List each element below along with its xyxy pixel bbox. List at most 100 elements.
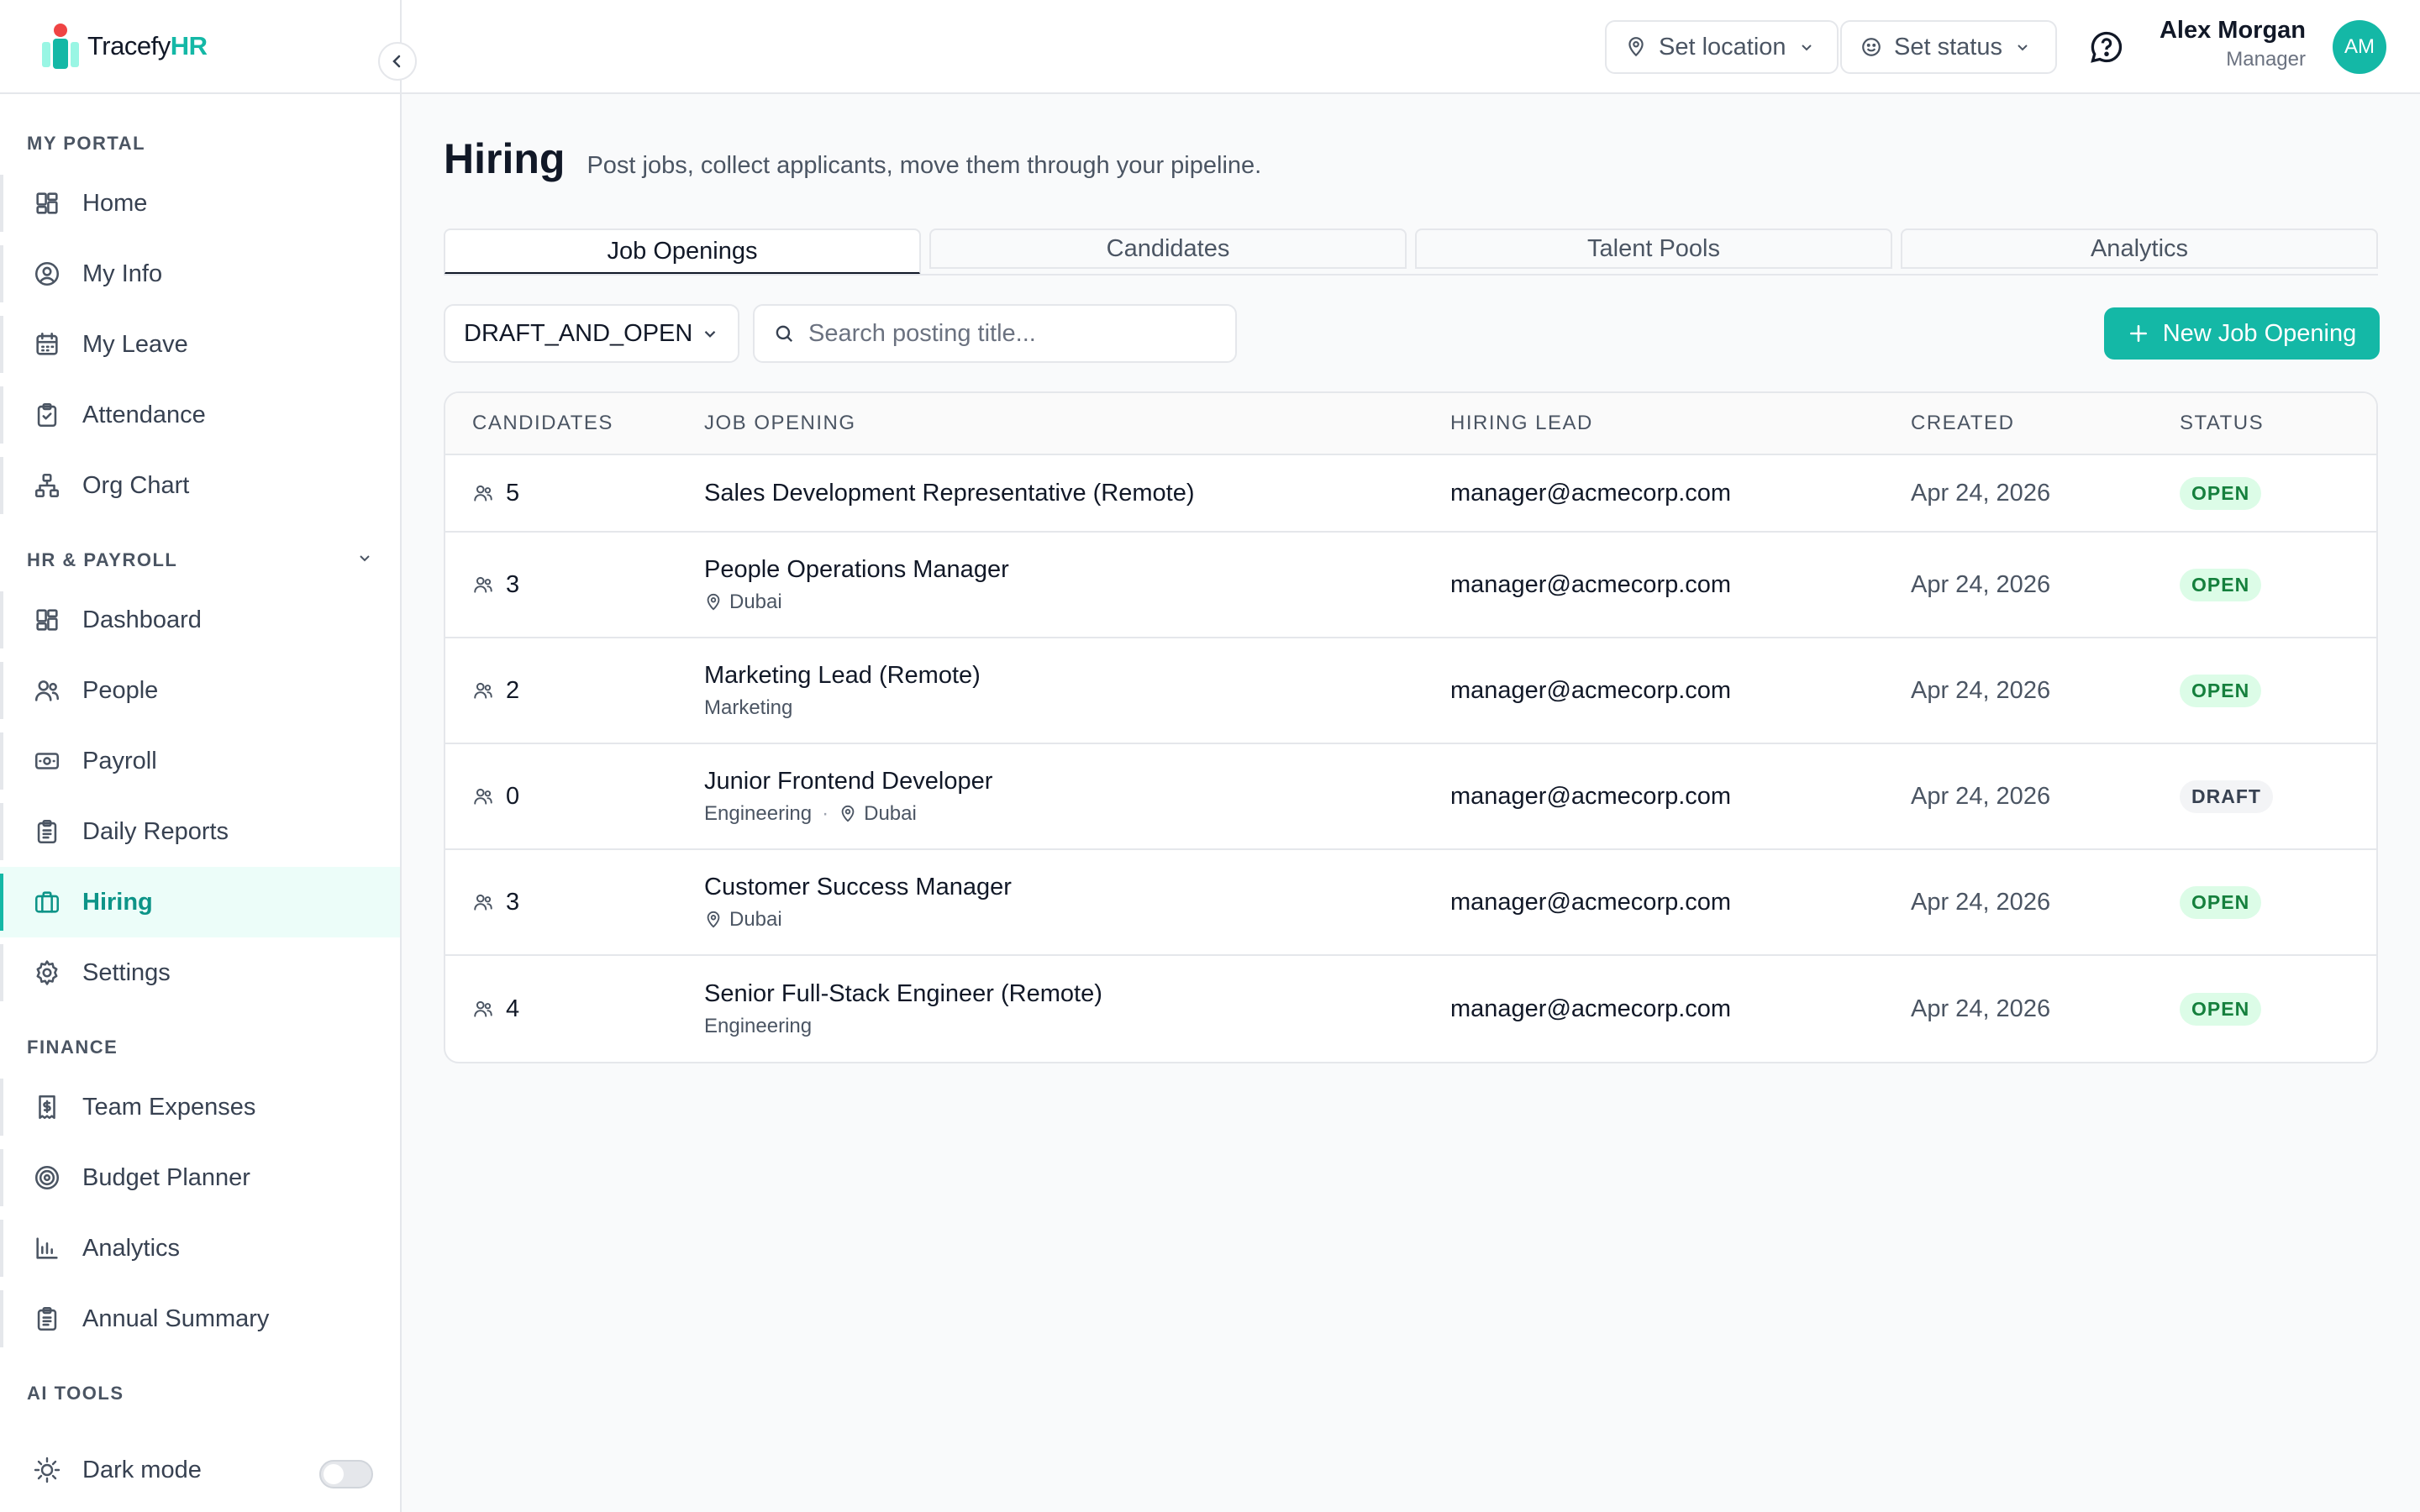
table-body: 5 Sales Development Representative (Remot… bbox=[445, 455, 2376, 1062]
tab-job-openings[interactable]: Job Openings bbox=[444, 228, 921, 276]
sidebar-item-attendance[interactable]: Attendance bbox=[0, 380, 400, 450]
job-meta: Marketing bbox=[704, 696, 1450, 720]
sidebar-item-settings[interactable]: Settings bbox=[0, 937, 400, 1008]
sidebar: TracefyHR MY PORTAL Home My Info My Leave At… bbox=[0, 0, 417, 1512]
search-box[interactable] bbox=[753, 304, 1237, 363]
sidebar-item-annual-summary[interactable]: Annual Summary bbox=[0, 1284, 400, 1354]
status-badge: OPEN bbox=[2180, 568, 2262, 601]
created-date: Apr 24, 2026 bbox=[1911, 570, 2051, 598]
chevron-down-icon bbox=[704, 331, 716, 338]
job-department: Engineering bbox=[704, 801, 813, 825]
table-row[interactable]: 3 Customer Success Manager Dubai manager@ac… bbox=[445, 850, 2376, 956]
candidate-count: 3 bbox=[506, 570, 520, 598]
nav-section-header[interactable]: HR & PAYROLL bbox=[0, 536, 400, 585]
status-badge: OPEN bbox=[2180, 885, 2262, 919]
chevron-down-icon bbox=[2018, 45, 2028, 51]
org-chart-icon bbox=[32, 470, 62, 501]
sidebar-item-hiring[interactable]: Hiring bbox=[0, 867, 400, 937]
user-block[interactable]: Alex Morgan Manager bbox=[2160, 17, 2306, 71]
job-title[interactable]: Sales Development Representative (Remote… bbox=[704, 480, 1450, 507]
calendar-icon bbox=[32, 329, 62, 360]
meta-separator: · bbox=[822, 801, 829, 825]
chevron-down-icon bbox=[356, 549, 373, 571]
column-header-candidates[interactable]: CANDIDATES bbox=[445, 412, 704, 435]
sidebar-item-analytics[interactable]: Analytics bbox=[0, 1213, 400, 1284]
search-icon bbox=[776, 325, 793, 343]
plus-icon bbox=[2129, 325, 2147, 342]
job-meta: Engineering · Dubai bbox=[704, 802, 1450, 826]
job-openings-table: CANDIDATES JOB OPENING HIRING LEAD CREAT… bbox=[444, 391, 2378, 1063]
gear-icon bbox=[32, 958, 62, 988]
sidebar-item-my-leave[interactable]: My Leave bbox=[0, 309, 400, 380]
sidebar-item-people[interactable]: People bbox=[0, 655, 400, 726]
job-title[interactable]: Customer Success Manager bbox=[704, 874, 1450, 901]
tab-analytics[interactable]: Analytics bbox=[1901, 228, 2378, 269]
table-row[interactable]: 4 Senior Full-Stack Engineer (Remote) Engi… bbox=[445, 956, 2376, 1062]
status-badge: DRAFT bbox=[2180, 780, 2273, 813]
set-location-button[interactable]: Set location bbox=[1605, 20, 1839, 74]
sidebar-item-org-chart[interactable]: Org Chart bbox=[0, 450, 400, 521]
sidebar-item-label: Daily Reports bbox=[82, 817, 229, 845]
users-icon bbox=[472, 482, 494, 504]
map-pin-icon bbox=[704, 593, 729, 612]
search-input[interactable] bbox=[808, 319, 1212, 348]
avatar[interactable]: AM bbox=[2333, 20, 2386, 74]
table-row[interactable]: 5 Sales Development Representative (Remot… bbox=[445, 455, 2376, 533]
job-title[interactable]: People Operations Manager bbox=[704, 556, 1450, 584]
sidebar-nav: MY PORTAL Home My Info My Leave Attendance Or… bbox=[0, 94, 400, 1418]
created-date: Apr 24, 2026 bbox=[1911, 676, 2051, 704]
job-title[interactable]: Senior Full-Stack Engineer (Remote) bbox=[704, 980, 1450, 1008]
user-role: Manager bbox=[2226, 48, 2306, 71]
tab-talent-pools[interactable]: Talent Pools bbox=[1415, 228, 1892, 269]
created-date: Apr 24, 2026 bbox=[1911, 888, 2051, 916]
collapse-sidebar-button[interactable] bbox=[378, 42, 417, 81]
column-header-job-opening[interactable]: JOB OPENING bbox=[704, 412, 1450, 435]
clipboard-list-icon bbox=[32, 816, 62, 847]
job-opening-cell: People Operations Manager Dubai bbox=[704, 556, 1450, 614]
table-row[interactable]: 0 Junior Frontend Developer Engineering · Du… bbox=[445, 744, 2376, 850]
dark-mode-toggle[interactable] bbox=[319, 1460, 373, 1488]
candidate-count: 2 bbox=[506, 676, 520, 704]
sidebar-item-label: Annual Summary bbox=[82, 1305, 270, 1332]
job-title[interactable]: Junior Frontend Developer bbox=[704, 768, 1450, 795]
set-status-button[interactable]: Set status bbox=[1840, 20, 2057, 74]
candidates-cell: 4 bbox=[445, 995, 704, 1023]
dark-mode-label: Dark mode bbox=[82, 1456, 202, 1483]
users-icon bbox=[472, 680, 494, 701]
sidebar-item-my-info[interactable]: My Info bbox=[0, 239, 400, 309]
created-date: Apr 24, 2026 bbox=[1911, 995, 2051, 1022]
set-status-label: Set status bbox=[1894, 33, 2002, 60]
table-row[interactable]: 2 Marketing Lead (Remote) Marketing manager… bbox=[445, 638, 2376, 744]
tab-bar: Job Openings Candidates Talent Pools Analyt… bbox=[444, 228, 2378, 276]
sidebar-item-daily-reports[interactable]: Daily Reports bbox=[0, 796, 400, 867]
column-header-status[interactable]: STATUS bbox=[2180, 412, 2376, 435]
table-row[interactable]: 3 People Operations Manager Dubai manager@a… bbox=[445, 533, 2376, 638]
hiring-lead: manager@acmecorp.com bbox=[1450, 479, 1732, 507]
chevron-left-icon bbox=[392, 55, 401, 68]
sidebar-item-team-expenses[interactable]: Team Expenses bbox=[0, 1072, 400, 1142]
page-subtitle: Post jobs, collect applicants, move them… bbox=[587, 152, 1262, 179]
job-department: Engineering bbox=[704, 1014, 813, 1037]
job-opening-cell: Senior Full-Stack Engineer (Remote) Engin… bbox=[704, 980, 1450, 1038]
clipboard-list-icon bbox=[32, 1304, 62, 1334]
job-opening-cell: Junior Frontend Developer Engineering · Dub… bbox=[704, 768, 1450, 826]
sidebar-item-label: Settings bbox=[82, 958, 171, 986]
tab-candidates[interactable]: Candidates bbox=[929, 228, 1407, 269]
job-location: Dubai bbox=[729, 590, 782, 613]
help-icon[interactable] bbox=[2088, 29, 2125, 66]
candidates-cell: 3 bbox=[445, 889, 704, 916]
logo-row: TracefyHR bbox=[0, 0, 417, 94]
sidebar-item-label: My Info bbox=[82, 260, 163, 287]
status-filter-select[interactable]: DRAFT_AND_OPEN bbox=[444, 304, 739, 363]
column-header-created[interactable]: CREATED bbox=[1911, 412, 2180, 435]
job-title[interactable]: Marketing Lead (Remote) bbox=[704, 662, 1450, 690]
sidebar-item-budget-planner[interactable]: Budget Planner bbox=[0, 1142, 400, 1213]
sidebar-item-dashboard[interactable]: Dashboard bbox=[0, 585, 400, 655]
new-job-opening-button[interactable]: New Job Opening bbox=[2104, 307, 2380, 360]
sidebar-item-payroll[interactable]: Payroll bbox=[0, 726, 400, 796]
banknote-icon bbox=[32, 746, 62, 776]
sidebar-item-home[interactable]: Home bbox=[0, 168, 400, 239]
dark-mode-row[interactable]: Dark mode bbox=[0, 1428, 400, 1512]
column-header-hiring-lead[interactable]: HIRING LEAD bbox=[1450, 412, 1911, 435]
smile-icon bbox=[1862, 38, 1881, 56]
